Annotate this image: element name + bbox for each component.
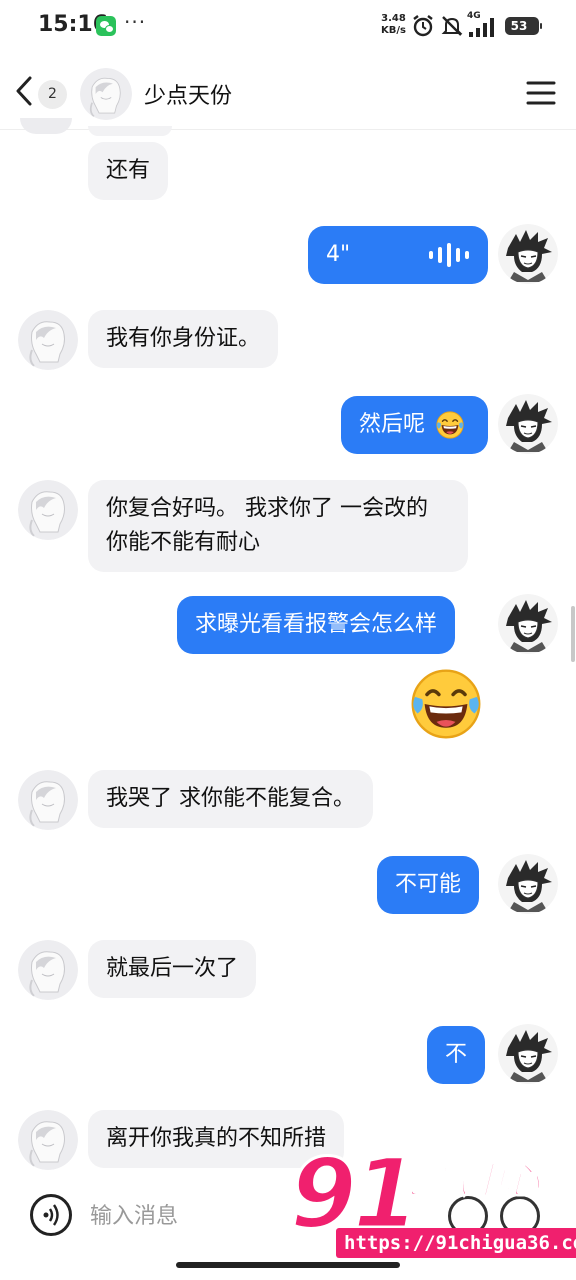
chat-title: 少点天份 — [144, 84, 233, 109]
message-text: 求曝光看看报警会怎么样 — [195, 612, 438, 637]
net-speed-unit: KB/s — [381, 25, 406, 36]
watermark-logo: 91 吃瓜中心 https://91chigua36.com — [288, 1143, 576, 1260]
message-text: 我哭了 求你能不能复合。 — [106, 786, 355, 811]
message-text: 还有 — [106, 158, 151, 183]
voice-duration: 4" — [326, 242, 351, 267]
net-speed-value: 3.48 — [381, 13, 406, 24]
chat-header: 2 少点天份 — [0, 52, 576, 130]
my-avatar[interactable] — [498, 854, 558, 914]
message-bubble-outgoing[interactable]: 不可能 — [377, 856, 480, 914]
battery-icon: 53 — [505, 17, 542, 35]
my-avatar[interactable] — [498, 594, 558, 654]
laughing-tears-sticker[interactable] — [408, 666, 484, 742]
voice-wave-icon — [429, 243, 469, 267]
scrollbar[interactable] — [571, 606, 575, 662]
message-bubble-outgoing[interactable]: 不 — [427, 1026, 486, 1084]
contact-avatar[interactable] — [18, 310, 78, 370]
message-bubble-outgoing[interactable]: 求曝光看看报警会怎么样 — [177, 596, 456, 654]
contact-avatar[interactable] — [18, 770, 78, 830]
my-avatar[interactable] — [498, 394, 558, 454]
voice-message-bubble[interactable]: 4" — [308, 226, 488, 284]
home-indicator[interactable] — [176, 1262, 400, 1268]
laughing-tears-emoji-icon — [435, 410, 465, 440]
contact-avatar[interactable] — [80, 68, 132, 120]
network-speed: 3.48 KB/s — [381, 13, 406, 37]
mute-icon — [441, 16, 463, 36]
partial-avatar — [20, 118, 72, 134]
message-text: 然后呢 — [359, 412, 426, 437]
message-bubble-incoming[interactable]: 你复合好吗。 我求你了 一会改的 你能不能有耐心 — [88, 480, 468, 572]
unread-count-badge[interactable]: 2 — [38, 80, 67, 109]
message-bubble-incoming[interactable]: 我有你身份证。 — [88, 310, 279, 368]
my-avatar[interactable] — [498, 224, 558, 284]
voice-input-toggle[interactable] — [30, 1194, 72, 1236]
more-notifications-icon: ··· — [124, 10, 147, 34]
contact-avatar[interactable] — [18, 1110, 78, 1170]
message-text: 不可能 — [395, 872, 462, 897]
wechat-notification-icon — [96, 16, 116, 36]
message-bubble-incoming[interactable]: 还有 — [88, 142, 169, 200]
message-text: 不 — [445, 1042, 468, 1067]
message-text: 我有你身份证。 — [106, 326, 261, 351]
alarm-icon — [413, 15, 433, 37]
watermark-text: 吃瓜中心 — [395, 1160, 541, 1203]
watermark-url: https://91chigua36.com — [336, 1228, 576, 1258]
contact-avatar[interactable] — [18, 940, 78, 1000]
contact-avatar[interactable] — [18, 480, 78, 540]
signal-icon — [469, 18, 494, 37]
voice-input-icon — [43, 1204, 59, 1226]
status-bar: 15:16 ··· 3.48 KB/s 4G 53 — [0, 0, 576, 52]
message-text: 你复合好吗。 我求你了 一会改的 你能不能有耐心 — [106, 496, 428, 555]
battery-level: 53 — [510, 19, 528, 33]
back-button[interactable] — [10, 74, 40, 108]
message-bubble-incoming[interactable]: 我哭了 求你能不能复合。 — [88, 770, 373, 828]
my-avatar[interactable] — [498, 1024, 558, 1084]
message-bubble-incoming[interactable]: 就最后一次了 — [88, 940, 257, 998]
menu-icon[interactable] — [526, 80, 556, 106]
message-text: 就最后一次了 — [106, 956, 239, 981]
message-bubble-outgoing[interactable]: 然后呢 — [341, 396, 488, 454]
partial-message-bubble — [88, 126, 172, 136]
